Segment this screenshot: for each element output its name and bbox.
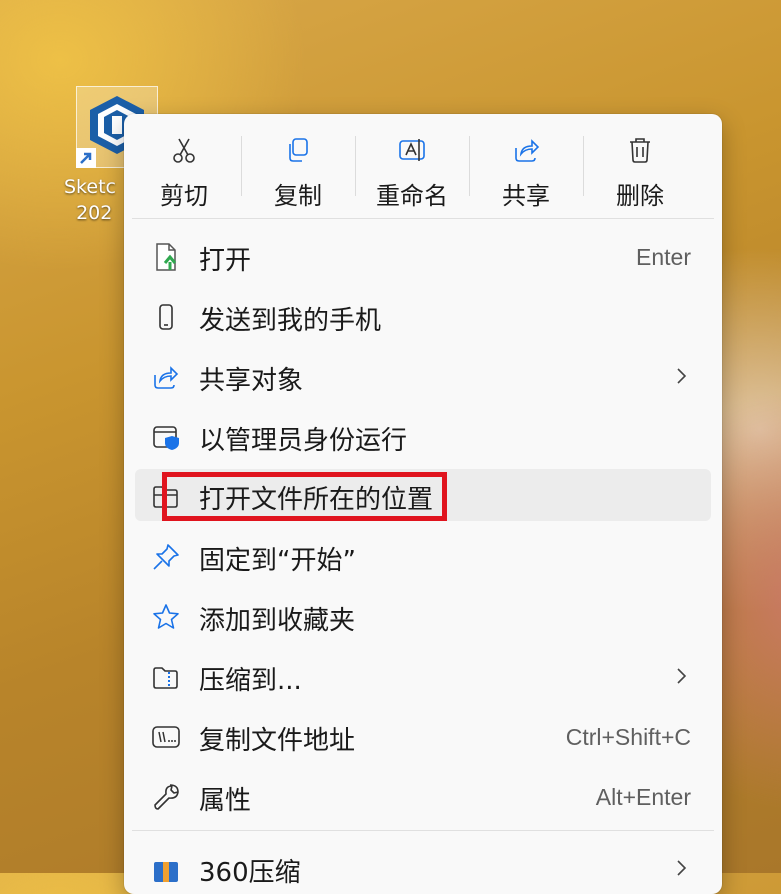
share-icon xyxy=(154,366,179,389)
context-menu-toolbar: 剪切 复制 重命名 共享 删除 xyxy=(124,114,722,218)
menu-item-shortcut: Ctrl+Shift+C xyxy=(565,724,691,750)
menu-item-label: 属性 xyxy=(199,786,252,816)
phone-icon xyxy=(159,304,173,330)
menu-item-label: 复制文件地址 xyxy=(199,726,356,756)
menu-item-add-to-favorites[interactable]: 添加到收藏夹 xyxy=(135,590,711,642)
menu-item-shortcut: Alt+Enter xyxy=(595,784,691,810)
menu-item-label: 以管理员身份运行 xyxy=(199,426,408,456)
rename-button[interactable]: 重命名 xyxy=(362,132,462,212)
shortcut-arrow-icon xyxy=(76,148,96,168)
trash-icon xyxy=(630,138,650,163)
menu-item-label: 添加到收藏夹 xyxy=(199,606,356,636)
folder-open-icon xyxy=(153,486,178,508)
share-label: 共享 xyxy=(502,182,550,210)
chevron-right-icon xyxy=(677,368,687,384)
menu-divider xyxy=(132,830,714,831)
menu-item-open[interactable]: 打开 Enter xyxy=(135,230,711,282)
copy-button[interactable]: 复制 xyxy=(248,132,348,212)
zip-folder-icon xyxy=(153,667,178,689)
archive-360-icon xyxy=(154,862,178,882)
menu-item-send-to-phone[interactable]: 发送到我的手机 xyxy=(135,290,711,342)
menu-item-compress-to[interactable]: 压缩到... xyxy=(135,650,711,702)
toolbar-separator xyxy=(241,136,242,196)
menu-item-shortcut: Enter xyxy=(636,244,691,270)
copy-icon xyxy=(289,138,308,162)
menu-item-360-compress[interactable]: 360压缩 xyxy=(135,842,711,894)
rename-icon xyxy=(399,139,425,161)
open-file-icon xyxy=(156,243,177,271)
cut-button[interactable]: 剪切 xyxy=(134,132,234,212)
scissors-icon xyxy=(173,138,195,163)
menu-item-run-as-admin[interactable]: 以管理员身份运行 xyxy=(135,410,711,462)
pin-icon xyxy=(153,544,179,570)
toolbar-separator xyxy=(469,136,470,196)
wrench-icon xyxy=(154,784,179,810)
menu-item-pin-to-start[interactable]: 固定到“开始” xyxy=(135,530,711,582)
share-button[interactable]: 共享 xyxy=(476,132,576,212)
menu-item-open-file-location[interactable]: 打开文件所在的位置 xyxy=(135,469,711,521)
chevron-right-icon xyxy=(677,860,687,876)
chevron-right-icon xyxy=(677,668,687,684)
menu-item-label: 打开文件所在的位置 xyxy=(199,485,434,515)
menu-item-label: 打开 xyxy=(199,246,252,276)
delete-label: 删除 xyxy=(616,182,664,210)
toolbar-separator xyxy=(583,136,584,196)
menu-item-label: 固定到“开始” xyxy=(199,546,356,576)
menu-item-label: 360压缩 xyxy=(199,858,301,888)
menu-divider xyxy=(132,218,714,219)
menu-item-properties[interactable]: 属性 Alt+Enter xyxy=(135,770,711,822)
cut-label: 剪切 xyxy=(160,182,208,210)
delete-button[interactable]: 删除 xyxy=(590,132,690,212)
toolbar-separator xyxy=(355,136,356,196)
menu-item-label: 共享对象 xyxy=(199,366,304,396)
copy-path-icon xyxy=(152,726,180,748)
menu-item-share-with[interactable]: 共享对象 xyxy=(135,350,711,402)
menu-item-label: 压缩到... xyxy=(199,666,302,696)
context-menu: 剪切 复制 重命名 共享 删除 打开 Enter 发送到我的手机 共享对象 以管… xyxy=(124,114,722,894)
copy-label: 复制 xyxy=(274,182,322,210)
rename-label: 重命名 xyxy=(376,182,448,210)
menu-item-copy-path[interactable]: 复制文件地址 Ctrl+Shift+C xyxy=(135,710,711,762)
menu-item-label: 发送到我的手机 xyxy=(199,306,382,336)
share-icon xyxy=(515,139,540,162)
shield-admin-icon xyxy=(153,426,179,450)
star-icon xyxy=(153,604,179,629)
